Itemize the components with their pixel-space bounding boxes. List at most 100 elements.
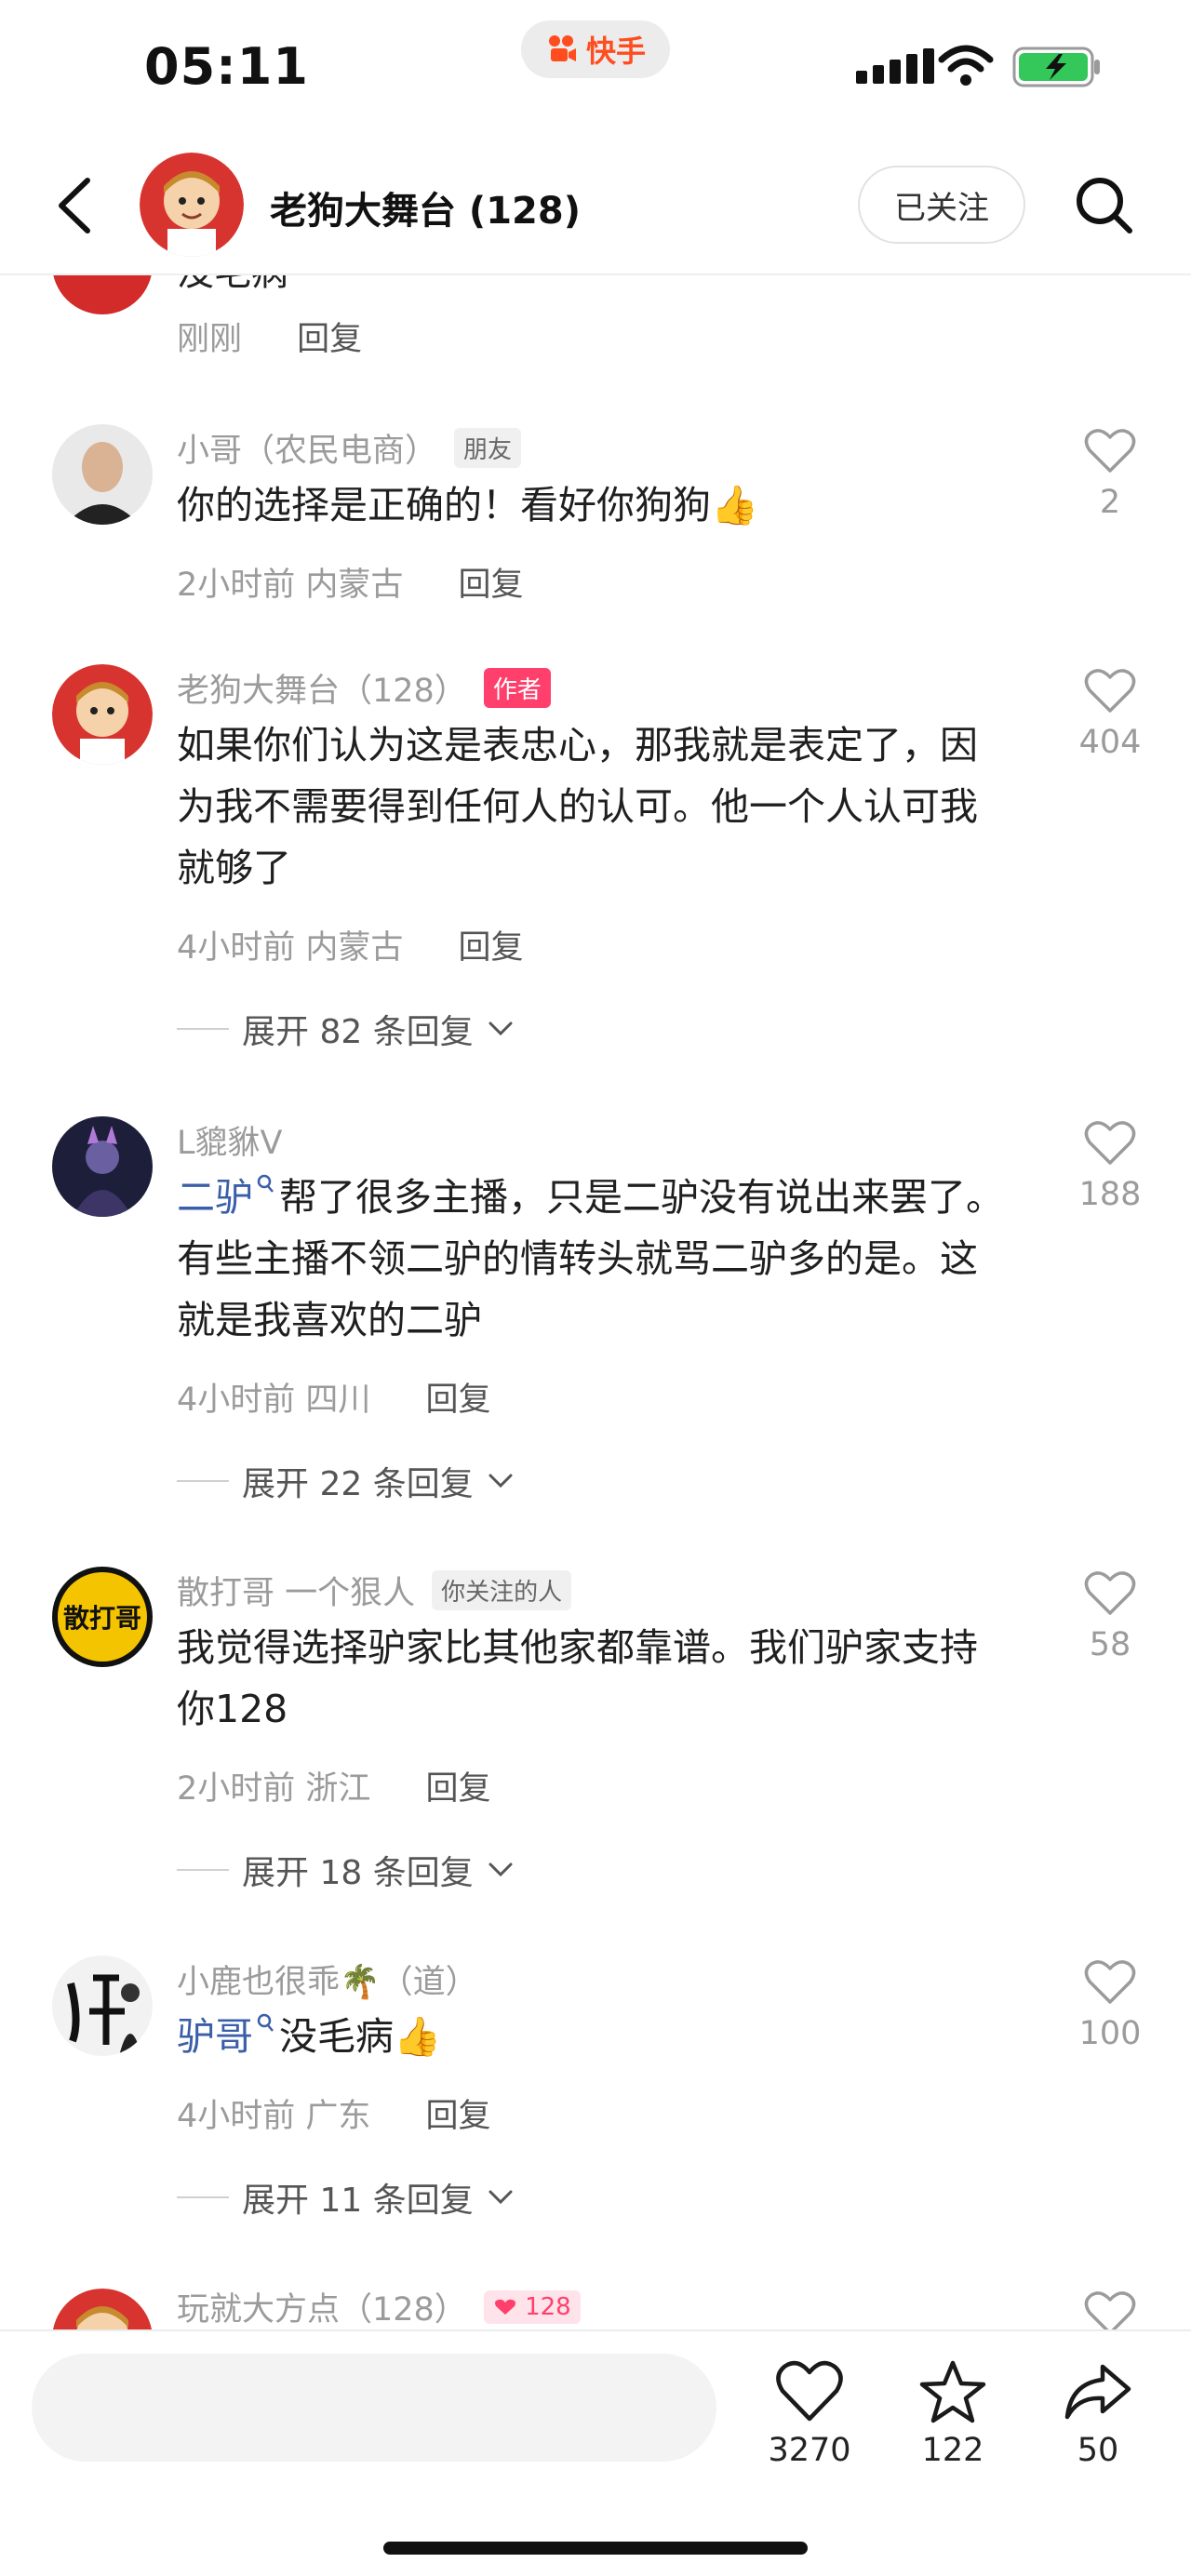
reply-button[interactable]: 回复 (426, 1770, 491, 1808)
like-button[interactable] (1070, 2290, 1150, 2329)
comment-author: L貔貅V (177, 1116, 282, 1164)
divider (177, 1028, 229, 1030)
avatar[interactable] (52, 424, 153, 525)
author-badge: 作者 (483, 668, 551, 708)
avatar[interactable] (52, 1116, 153, 1217)
avatar[interactable] (52, 275, 153, 314)
divider (177, 2196, 229, 2198)
chevron-down-icon (488, 2190, 513, 2205)
like-count: 3270 (768, 2432, 851, 2469)
comment-meta: 刚刚 回复 (177, 313, 362, 360)
search-small-icon (257, 2014, 274, 2033)
author-name[interactable]: L貔貅V (177, 1116, 282, 1164)
chevron-down-icon (488, 1474, 513, 1488)
comment-time: 刚刚 (177, 321, 243, 358)
cartoon-avatar-icon (52, 2289, 153, 2329)
expand-replies-button[interactable]: 展开 22 条回复 (177, 1457, 515, 1505)
user-photo-icon (52, 424, 153, 525)
cartoon-avatar-icon (140, 153, 244, 257)
comment-author: 小哥（农民电商） 朋友 (177, 424, 522, 472)
like-button[interactable]: 404 (1070, 668, 1150, 761)
comment-time: 2小时前 内蒙古 (177, 567, 404, 604)
fan-badge-level: 128 (525, 2292, 571, 2321)
like-count: 2 (1099, 484, 1121, 521)
comment-text: 你的选择是正确的！看好你狗狗👍 (177, 483, 759, 527)
heart-outline-icon (1084, 2291, 1136, 2329)
mention-link[interactable]: 二驴 (177, 1175, 253, 1220)
author-name[interactable]: 老狗大舞台（128） (177, 664, 467, 712)
author-name[interactable]: 小哥（农民电商） (177, 424, 437, 472)
back-arrow-icon[interactable] (48, 173, 104, 238)
like-button[interactable]: 100 (1070, 1959, 1150, 2052)
comment-meta: 4小时前 四川 回复 (177, 1373, 491, 1421)
bottom-action-bar: 3270 122 50 (0, 2329, 1191, 2576)
dark-character-avatar-icon (52, 1116, 153, 1217)
share-button[interactable]: 50 (1042, 2359, 1154, 2469)
like-button[interactable]: 58 (1070, 1570, 1150, 1663)
comment-text: 我觉得选择驴家比其他家都靠谱。我们驴家支持你128 (177, 1625, 978, 1731)
comment-body: 帮了很多主播，只是二驴没有说出来罢了。有些主播不领二驴的情转头就骂二驴多的是。这… (177, 1175, 1004, 1342)
like-count: 404 (1078, 724, 1142, 761)
avatar[interactable] (52, 1955, 153, 2056)
comment-input[interactable] (32, 2354, 716, 2462)
like-video-button[interactable]: 3270 (754, 2359, 865, 2469)
status-time: 05:11 (144, 37, 309, 96)
fan-heart-icon (494, 2299, 515, 2315)
comment-list: 没毛病 刚刚 回复 小哥（农民电商） 朋友 你的选择是正确的！看好你狗狗👍 2小… (0, 275, 1191, 2329)
comment-text: 没毛病 (177, 275, 288, 296)
status-bar: 05:11 快手 (0, 0, 1191, 140)
battery-charging-icon (1012, 47, 1100, 87)
following-button[interactable]: 已关注 (858, 166, 1025, 244)
expand-replies-button[interactable]: 展开 11 条回复 (177, 2173, 515, 2222)
expand-replies-button[interactable]: 展开 82 条回复 (177, 1005, 515, 1053)
search-icon[interactable] (1070, 171, 1137, 238)
like-button[interactable]: 2 (1070, 428, 1150, 521)
reply-button[interactable]: 回复 (426, 1381, 491, 1419)
expand-replies-button[interactable]: 展开 18 条回复 (177, 1846, 515, 1894)
avatar[interactable] (52, 2289, 153, 2329)
like-button[interactable]: 188 (1070, 1120, 1150, 1213)
divider (177, 1869, 229, 1871)
comment-text: 二驴 帮了很多主播，只是二驴没有说出来罢了。有些主播不领二驴的情转头就骂二驴多的是… (177, 1167, 1014, 1351)
header-avatar[interactable] (140, 153, 244, 257)
comment-meta: 2小时前 浙江 回复 (177, 1762, 491, 1809)
author-name[interactable]: 小鹿也很乖🌴（道） (177, 1955, 478, 2003)
like-count: 58 (1089, 1626, 1131, 1663)
comment-meta: 4小时前 广东 回复 (177, 2089, 491, 2137)
avatar[interactable] (52, 664, 153, 765)
comment-text: 驴哥 没毛病👍 (177, 2006, 1014, 2067)
app-indicator-pill: 快手 (521, 20, 670, 78)
friend-badge: 朋友 (454, 428, 522, 468)
comment-author: 玩就大方点（128） 128 (177, 2283, 581, 2329)
page-title: 老狗大舞台 (128) (270, 190, 581, 233)
like-count: 188 (1078, 1176, 1142, 1213)
comment-time: 2小时前 浙江 (177, 1770, 371, 1808)
expand-replies-label: 展开 22 条回复 (242, 1465, 474, 1503)
avatar-text: 散打哥 (62, 1603, 141, 1634)
comment-body: 没毛病👍 (279, 2014, 442, 2059)
comment-meta: 4小时前 内蒙古 回复 (177, 921, 524, 968)
reply-button[interactable]: 回复 (459, 567, 524, 604)
heart-outline-icon (1084, 1121, 1136, 1165)
mention-link[interactable]: 驴哥 (177, 2014, 253, 2059)
author-name[interactable]: 散打哥 一个狠人 (177, 1567, 415, 1614)
home-indicator (383, 2542, 808, 2555)
star-outline-icon (919, 2360, 986, 2423)
app-name: 快手 (585, 33, 646, 69)
wifi-icon (938, 45, 994, 86)
favorite-button[interactable]: 122 (897, 2359, 1009, 2469)
heart-outline-icon (1084, 1571, 1136, 1615)
comment-meta: 2小时前 内蒙古 回复 (177, 558, 524, 606)
chevron-down-icon (488, 1862, 513, 1877)
reply-button[interactable]: 回复 (459, 929, 524, 967)
avatar[interactable]: 散打哥 (52, 1567, 153, 1667)
comment-author: 小鹿也很乖🌴（道） (177, 1955, 478, 2003)
reply-button[interactable]: 回复 (426, 2098, 491, 2135)
comment-author: 散打哥 一个狠人 你关注的人 (177, 1567, 572, 1614)
favorite-count: 122 (921, 2432, 984, 2469)
heart-outline-icon (1084, 669, 1136, 713)
reply-button[interactable]: 回复 (297, 321, 362, 358)
comment-time: 4小时前 内蒙古 (177, 929, 404, 967)
expand-replies-label: 展开 11 条回复 (242, 2182, 474, 2220)
author-name[interactable]: 玩就大方点（128） (177, 2283, 467, 2329)
